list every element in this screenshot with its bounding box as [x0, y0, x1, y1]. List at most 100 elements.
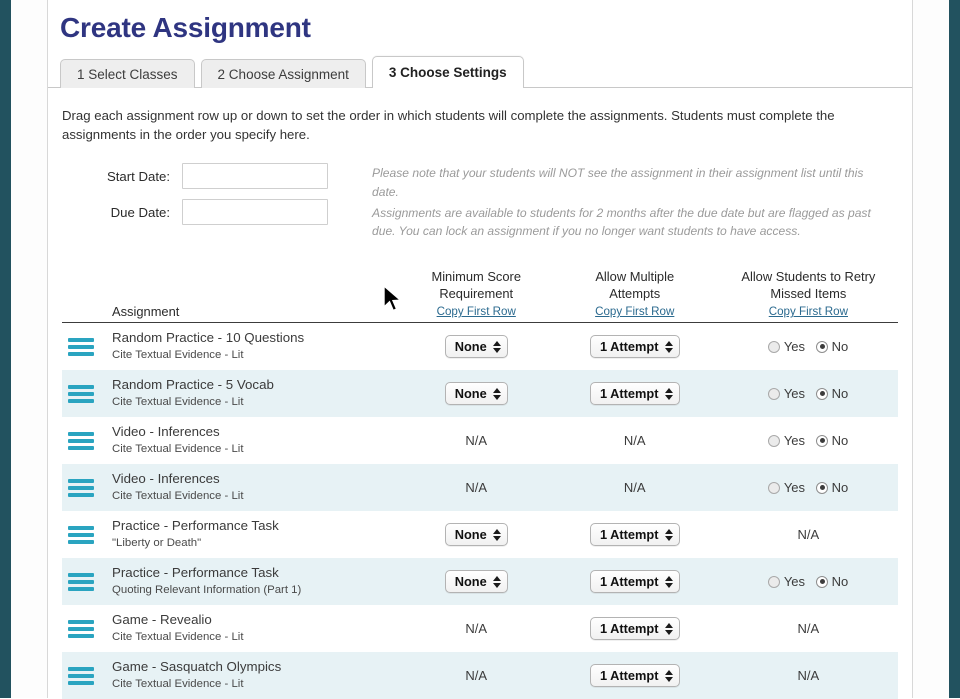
cell-assignment: Random Practice - 5 VocabCite Textual Ev… [62, 377, 402, 410]
radio-label-no: No [828, 433, 848, 448]
stepper-arrows-icon [665, 388, 673, 400]
retry-na: N/A [798, 621, 820, 636]
assignment-title: Game - Sasquatch Olympics [112, 659, 281, 675]
drag-handle-icon[interactable] [68, 667, 102, 685]
radio-label-no: No [828, 480, 848, 495]
cell-retry: Yes No [719, 432, 898, 450]
copy-first-row-link-min-score[interactable]: Copy First Row [437, 305, 516, 318]
table-row[interactable]: Video - InferencesCite Textual Evidence … [62, 464, 898, 511]
assignment-subtitle: "Liberty or Death" [112, 536, 279, 551]
min-score-na: N/A [465, 668, 487, 683]
table-row[interactable]: Game - RevealioCite Textual Evidence - L… [62, 605, 898, 652]
page-rule-right [912, 0, 913, 698]
retry-radio-option-yes[interactable]: Yes [768, 433, 805, 448]
retry-radio-option-no[interactable]: No [816, 574, 848, 589]
min-score-na: N/A [465, 433, 487, 448]
due-date-input[interactable] [182, 199, 328, 225]
cell-attempts: 1 Attempt [551, 664, 719, 687]
radio-button-no[interactable] [816, 482, 828, 494]
stepper-arrows-icon [665, 576, 673, 588]
header-label-attempts-line1: Allow Multiple [551, 269, 719, 286]
attempts-select-value: 1 Attempt [600, 621, 659, 636]
table-row[interactable]: Random Practice - 10 QuestionsCite Textu… [62, 323, 898, 370]
table-row[interactable]: Practice - Performance Task"Liberty or D… [62, 511, 898, 558]
min-score-select[interactable]: None [445, 523, 508, 546]
assignment-title: Practice - Performance Task [112, 565, 301, 581]
min-score-select[interactable]: None [445, 335, 508, 358]
assignment-subtitle: Quoting Relevant Information (Part 1) [112, 583, 301, 598]
radio-button-yes[interactable] [768, 482, 780, 494]
cell-retry: Yes No [719, 338, 898, 356]
retry-radio-option-yes[interactable]: Yes [768, 574, 805, 589]
radio-button-no[interactable] [816, 576, 828, 588]
cell-retry: N/A [719, 526, 898, 544]
attempts-select[interactable]: 1 Attempt [590, 382, 680, 405]
cell-retry: N/A [719, 620, 898, 638]
assignment-title: Video - Inferences [112, 424, 243, 440]
attempts-select[interactable]: 1 Attempt [590, 335, 680, 358]
cell-min-score: N/A [402, 479, 551, 497]
attempts-select[interactable]: 1 Attempt [590, 570, 680, 593]
retry-radio-option-yes[interactable]: Yes [768, 339, 805, 354]
retry-radio-option-yes[interactable]: Yes [768, 386, 805, 401]
table-row[interactable]: Practice - Performance Task Quoting Relev… [62, 558, 898, 605]
drag-handle-icon[interactable] [68, 338, 102, 356]
copy-first-row-link-retry[interactable]: Copy First Row [769, 305, 848, 318]
drag-handle-icon[interactable] [68, 526, 102, 544]
table-row[interactable]: Random Practice - 5 VocabCite Textual Ev… [62, 370, 898, 417]
attempts-select-value: 1 Attempt [600, 527, 659, 542]
retry-radio-group: Yes No [768, 339, 848, 354]
retry-radio-option-no[interactable]: No [816, 339, 848, 354]
drag-handle-icon[interactable] [68, 479, 102, 497]
radio-button-no[interactable] [816, 388, 828, 400]
tab-choose-settings[interactable]: 3 Choose Settings [372, 56, 524, 88]
table-row[interactable]: Game - Sasquatch OlympicsCite Textual Ev… [62, 652, 898, 699]
radio-label-no: No [828, 574, 848, 589]
radio-label-yes: Yes [780, 339, 805, 354]
drag-handle-icon[interactable] [68, 573, 102, 591]
attempts-select[interactable]: 1 Attempt [590, 523, 680, 546]
header-label-assignment: Assignment [62, 304, 402, 320]
copy-first-row-link-attempts[interactable]: Copy First Row [595, 305, 674, 318]
retry-na: N/A [798, 527, 820, 542]
tab-select-classes[interactable]: 1 Select Classes [60, 59, 195, 88]
drag-handle-icon[interactable] [68, 432, 102, 450]
attempts-select[interactable]: 1 Attempt [590, 617, 680, 640]
retry-radio-option-yes[interactable]: Yes [768, 480, 805, 495]
stepper-arrows-icon [493, 529, 501, 541]
radio-button-yes[interactable] [768, 435, 780, 447]
radio-button-yes[interactable] [768, 388, 780, 400]
min-score-select[interactable]: None [445, 570, 508, 593]
start-date-input[interactable] [182, 163, 328, 189]
radio-button-no[interactable] [816, 341, 828, 353]
header-label-min-score-line2: Requirement [402, 286, 551, 303]
radio-label-yes: Yes [780, 433, 805, 448]
stepper-arrows-icon [665, 623, 673, 635]
cell-attempts: 1 Attempt [551, 523, 719, 546]
radio-button-yes[interactable] [768, 341, 780, 353]
tab-choose-assignment[interactable]: 2 Choose Assignment [201, 59, 366, 88]
retry-radio-option-no[interactable]: No [816, 386, 848, 401]
min-score-select-value: None [455, 574, 487, 589]
cell-assignment: Practice - Performance Task Quoting Relev… [62, 565, 402, 598]
stepper-arrows-icon [665, 670, 673, 682]
assignment-title: Random Practice - 5 Vocab [112, 377, 274, 393]
due-date-row: Due Date: [62, 198, 372, 226]
attempts-select[interactable]: 1 Attempt [590, 664, 680, 687]
settings-panel: Drag each assignment row up or down to s… [48, 87, 912, 699]
table-row[interactable]: Video - InferencesCite Textual Evidence … [62, 417, 898, 464]
attempts-select-value: 1 Attempt [600, 339, 659, 354]
min-score-select[interactable]: None [445, 382, 508, 405]
radio-button-no[interactable] [816, 435, 828, 447]
radio-button-yes[interactable] [768, 576, 780, 588]
due-date-label: Due Date: [62, 205, 182, 220]
assignment-text: Random Practice - 5 VocabCite Textual Ev… [102, 377, 274, 410]
retry-radio-option-no[interactable]: No [816, 480, 848, 495]
right-edge-strip [949, 0, 960, 698]
assignment-subtitle: Cite Textual Evidence - Lit [112, 630, 243, 645]
attempts-select-value: 1 Attempt [600, 574, 659, 589]
retry-radio-option-no[interactable]: No [816, 433, 848, 448]
drag-handle-icon[interactable] [68, 385, 102, 403]
drag-handle-icon[interactable] [68, 620, 102, 638]
page-content: Create Assignment 1 Select Classes 2 Cho… [48, 0, 912, 698]
